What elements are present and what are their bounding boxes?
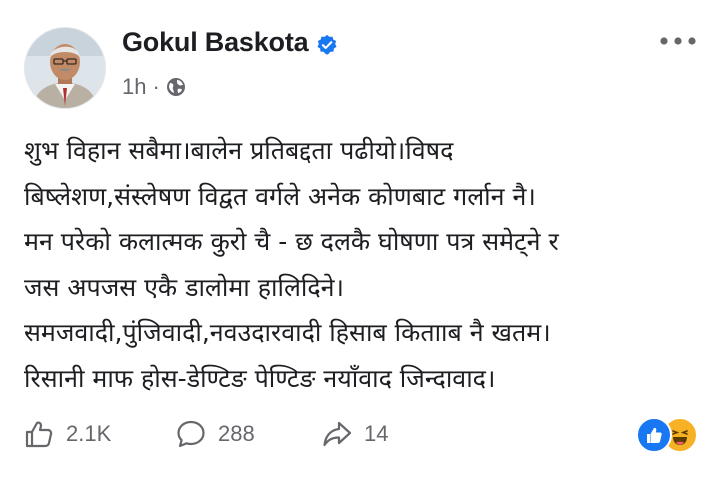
post-text-line: रिसानी माफ होस-डेण्टिङ पेण्टिङ नयाँवाद ज… [24,363,496,393]
verified-badge-icon [316,32,338,55]
author-name[interactable]: Gokul Baskota [122,27,309,58]
avatar-photo [25,28,105,108]
post-text-line: जस अपजस एकै डालोमा हालिदिने। [24,272,344,302]
action-bar: 2.1K 288 14 [24,416,700,453]
share-button[interactable]: 14 [322,416,388,452]
comment-button[interactable]: 288 [176,416,255,452]
post-meta: 1h · [122,74,186,100]
more-options-icon [660,37,696,45]
reactions-summary[interactable] [636,417,700,453]
post-text: शुभ विहान सबैमा।बालेन प्रतिबद्दता पढीयो।… [24,128,704,401]
post-card: Gokul Baskota 1h · शुभ विहान सबैमा।बालेन… [0,0,720,487]
like-count: 2.1K [66,421,112,446]
post-text-line: मन परेको कलात्मक कुरो चै - छ दलकै घोषणा … [24,227,559,256]
post-text-line: बिष्लेशण,संस्लेषण विद्वत वर्गले अनेक कोण… [24,181,536,211]
like-reaction-icon [636,417,672,453]
post-time[interactable]: 1h [122,74,146,100]
share-count: 14 [364,421,389,446]
avatar[interactable] [24,27,106,109]
globe-icon[interactable] [166,77,186,97]
comment-bubble-icon [177,420,205,448]
more-options-button[interactable] [658,26,698,56]
comment-count: 288 [218,421,255,446]
like-button[interactable]: 2.1K [24,416,111,452]
meta-separator: · [152,74,160,99]
share-arrow-icon [323,421,352,447]
thumbs-up-icon [25,421,53,448]
post-text-line: समजवादी,पुंजिवादी,नवउदारवादी हिसाब किताा… [24,318,551,347]
author-name-row: Gokul Baskota [122,27,338,58]
post-text-line: शुभ विहान सबैमा।बालेन प्रतिबद्दता पढीयो।… [24,136,454,165]
